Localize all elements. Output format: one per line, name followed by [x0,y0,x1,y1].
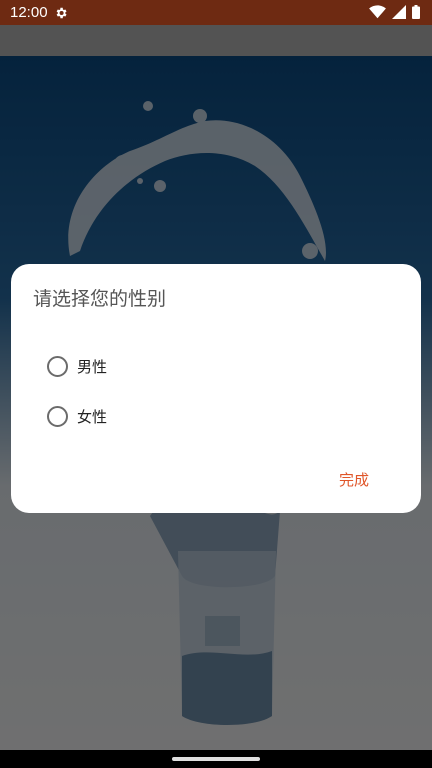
signal-icon [392,5,406,19]
wifi-icon [369,5,386,19]
home-gesture-handle[interactable] [172,757,260,761]
done-button[interactable]: 完成 [339,469,369,490]
radio-label-male: 男性 [77,357,108,376]
radio-label-female: 女性 [77,407,108,426]
radio-button-icon[interactable] [47,405,68,427]
status-time: 12:00 [10,4,48,21]
battery-icon [412,5,420,19]
navigation-bar [0,750,432,768]
status-bar: 12:00 [0,0,432,25]
radio-button-icon[interactable] [47,355,68,377]
radio-option-female[interactable]: 女性 [47,403,107,429]
gear-icon [56,7,67,18]
dialog-title: 请选择您的性别 [33,288,167,310]
gender-dialog: 请选择您的性别 男性 女性 完成 [11,264,421,513]
radio-option-male[interactable]: 男性 [47,353,107,379]
